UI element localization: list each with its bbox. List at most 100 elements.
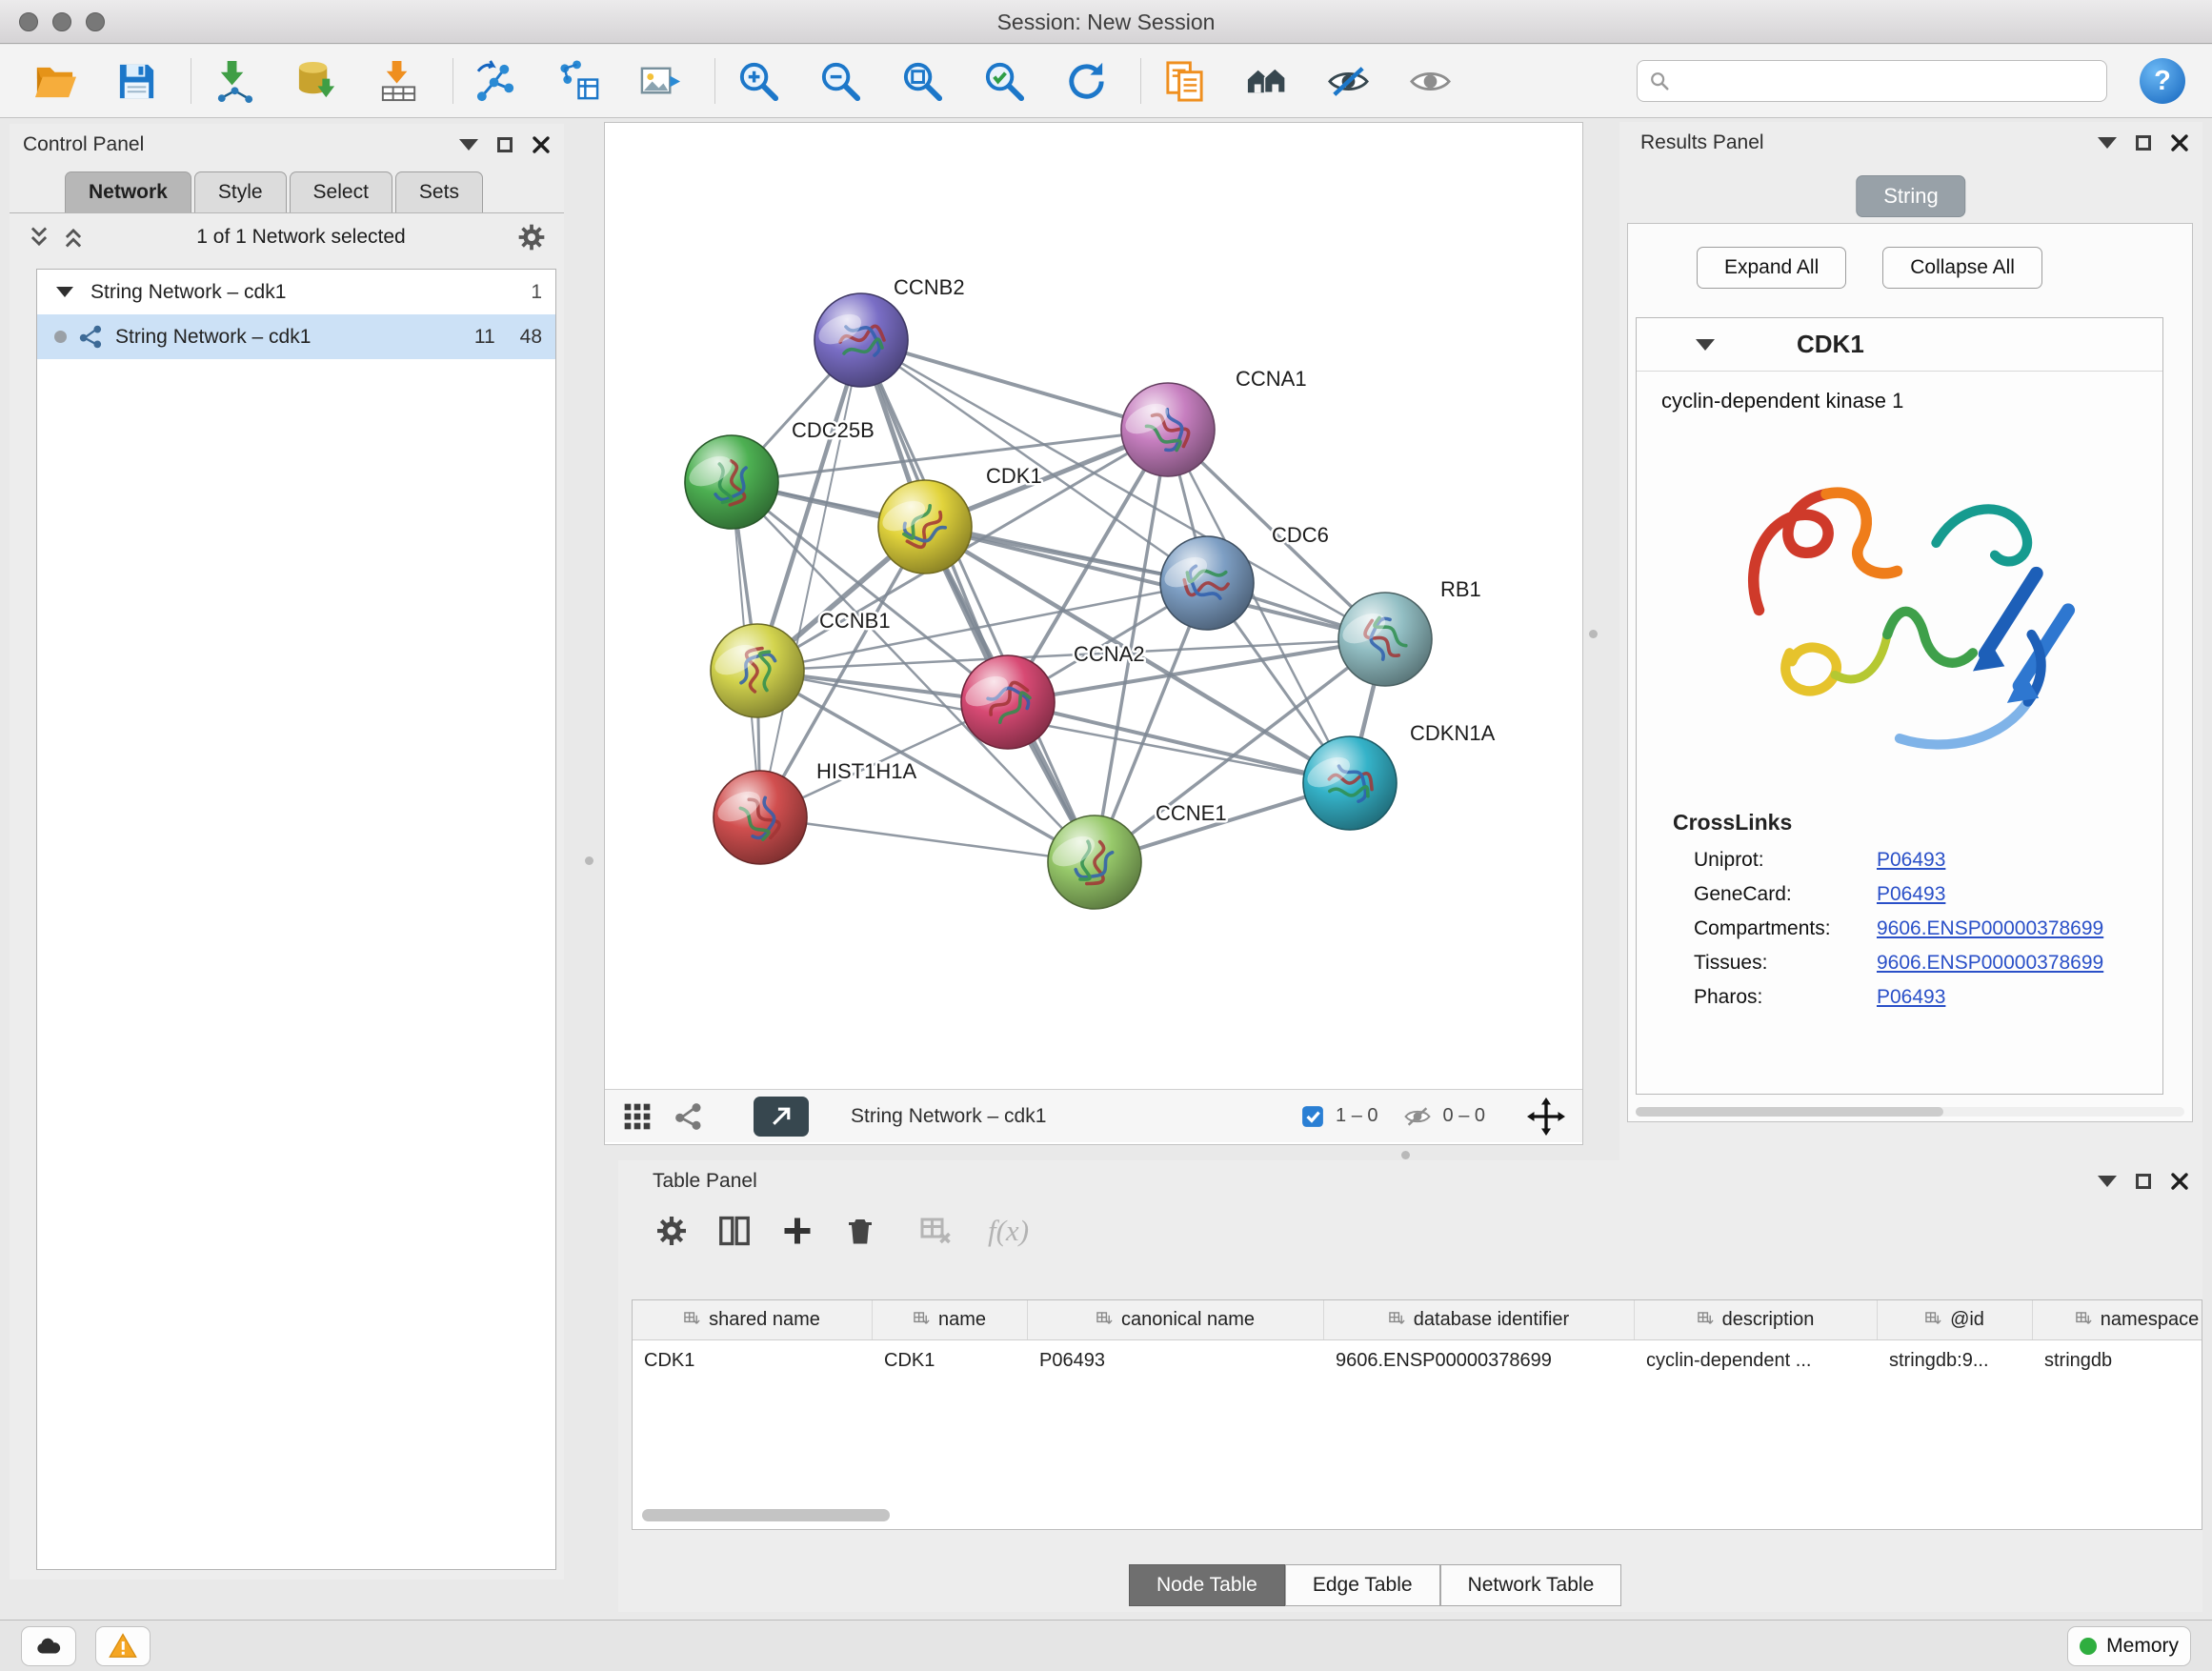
splitter-handle[interactable] — [585, 856, 593, 865]
column-header-name[interactable]: name — [873, 1300, 1028, 1339]
column-header--id[interactable]: @id — [1878, 1300, 2033, 1339]
gene-header[interactable]: CDK1 — [1637, 318, 2162, 372]
node-CDKN1A[interactable] — [1302, 736, 1397, 830]
expand-all-icon[interactable] — [61, 225, 86, 250]
node-CCNB2[interactable] — [814, 293, 908, 387]
pan-move-icon[interactable] — [1527, 1097, 1565, 1136]
splitter-handle[interactable] — [1401, 1151, 1410, 1159]
node-CDC6[interactable] — [1159, 536, 1254, 630]
new-network-button[interactable] — [467, 51, 526, 111]
hidden-eye-icon[interactable] — [1403, 1102, 1432, 1131]
panel-collapse-icon[interactable] — [459, 139, 478, 151]
crosslink-link[interactable]: P06493 — [1877, 849, 1945, 872]
collapse-all-button[interactable]: Collapse All — [1882, 247, 2042, 289]
gear-icon[interactable] — [516, 222, 547, 252]
sort-column-icon — [2076, 1312, 2092, 1328]
node-CCNA1[interactable] — [1120, 383, 1215, 476]
grid-view-icon[interactable] — [622, 1101, 653, 1132]
table-horizontal-scrollbar[interactable] — [642, 1509, 890, 1521]
node-RB1[interactable] — [1337, 593, 1432, 686]
network-item-row[interactable]: String Network – cdk1 11 48 — [37, 314, 555, 359]
crosslink-link[interactable]: P06493 — [1877, 883, 1945, 906]
import-network-database-button[interactable] — [287, 51, 346, 111]
panel-collapse-icon[interactable] — [2098, 137, 2117, 149]
network-from-table-button[interactable] — [549, 51, 608, 111]
import-table-button[interactable] — [369, 51, 428, 111]
column-header-description[interactable]: description — [1635, 1300, 1878, 1339]
add-column-icon[interactable] — [780, 1214, 814, 1248]
import-network-file-button[interactable] — [205, 51, 264, 111]
zoom-selected-button[interactable] — [975, 51, 1034, 111]
node-CCNA2[interactable] — [960, 655, 1055, 749]
splitter-handle[interactable] — [1589, 630, 1598, 638]
crosslink-link[interactable]: P06493 — [1877, 986, 1945, 1009]
panel-float-icon[interactable] — [2136, 135, 2151, 151]
control-panel: Control Panel NetworkStyleSelectSets 1 o… — [10, 124, 564, 1580]
panel-close-icon[interactable] — [532, 135, 551, 154]
results-scrollbar[interactable] — [1636, 1107, 2184, 1117]
section-collapse-icon[interactable] — [1696, 339, 1715, 351]
column-header-namespace[interactable]: namespace — [2033, 1300, 2202, 1339]
memory-button[interactable]: Memory — [2067, 1626, 2191, 1666]
window-title: Session: New Session — [0, 0, 2212, 44]
edge-CCNB2-CCNE1[interactable] — [861, 340, 1095, 862]
network-collection-row[interactable]: String Network – cdk1 1 — [37, 270, 555, 314]
zoom-in-button[interactable] — [729, 51, 788, 111]
annotation-button[interactable] — [1155, 51, 1214, 111]
column-header-database-identifier[interactable]: database identifier — [1324, 1300, 1635, 1339]
column-header-canonical-name[interactable]: canonical name — [1028, 1300, 1324, 1339]
column-header-shared-name[interactable]: shared name — [633, 1300, 873, 1339]
export-image-button[interactable] — [631, 51, 690, 111]
show-all-button[interactable] — [1400, 51, 1459, 111]
delete-column-icon[interactable] — [843, 1214, 877, 1248]
open-session-button[interactable] — [25, 51, 84, 111]
edge-CCNB2-CCNA1[interactable] — [861, 340, 1168, 430]
cloud-status-button[interactable] — [21, 1626, 76, 1666]
panel-float-icon[interactable] — [2136, 1174, 2151, 1189]
zoom-fit-button[interactable] — [893, 51, 952, 111]
panel-close-icon[interactable] — [2170, 1172, 2189, 1191]
table-settings-gear-icon[interactable] — [654, 1214, 689, 1248]
tab-string[interactable]: String — [1856, 175, 1965, 217]
tab-network-table[interactable]: Network Table — [1440, 1564, 1622, 1606]
node-CCNB1[interactable] — [710, 624, 804, 717]
crosslink-link[interactable]: 9606.ENSP00000378699 — [1877, 917, 2103, 940]
table-row[interactable]: CDK1CDK1P064939606.ENSP00000378699cyclin… — [633, 1340, 2202, 1380]
refresh-button[interactable] — [1056, 51, 1116, 111]
zoom-out-button[interactable] — [811, 51, 870, 111]
network-thumbnail-icon[interactable] — [674, 1101, 704, 1132]
tab-select[interactable]: Select — [290, 171, 392, 212]
collapse-all-icon[interactable] — [27, 225, 51, 250]
tab-network[interactable]: Network — [65, 171, 191, 212]
edge-CCNA2-CDKN1A[interactable] — [1008, 702, 1350, 783]
table-cell: 9606.ENSP00000378699 — [1324, 1350, 1635, 1372]
tree-expand-icon[interactable] — [56, 287, 73, 297]
crosslink-link[interactable]: 9606.ENSP00000378699 — [1877, 952, 2103, 975]
search-input[interactable] — [1678, 70, 2095, 92]
tab-node-table[interactable]: Node Table — [1129, 1564, 1285, 1606]
network-canvas[interactable]: CCNB2CCNA1CDC25BCDK1CDC6RB1CCNB1CCNA2CDK… — [605, 123, 1582, 1089]
node-CCNE1[interactable] — [1047, 815, 1141, 909]
save-session-button[interactable] — [107, 51, 166, 111]
table-cell: stringdb — [2033, 1350, 2202, 1372]
selected-checkbox-icon[interactable] — [1301, 1105, 1324, 1128]
node-HIST1H1A[interactable] — [713, 771, 807, 864]
edge-CCNB2-HIST1H1A[interactable] — [760, 340, 861, 817]
node-CDK1[interactable] — [877, 480, 972, 574]
node-CDC25B[interactable] — [684, 435, 778, 529]
panel-collapse-icon[interactable] — [2098, 1176, 2117, 1187]
first-neighbors-button[interactable] — [1237, 51, 1296, 111]
tab-style[interactable]: Style — [194, 171, 287, 212]
tab-edge-table[interactable]: Edge Table — [1285, 1564, 1440, 1606]
edge-HIST1H1A-CCNE1[interactable] — [760, 817, 1095, 862]
show-columns-icon[interactable] — [717, 1214, 752, 1248]
help-button[interactable]: ? — [2140, 58, 2185, 104]
hide-selected-button[interactable] — [1318, 51, 1377, 111]
warnings-button[interactable] — [95, 1626, 151, 1666]
panel-float-icon[interactable] — [497, 137, 513, 152]
main-toolbar: ? — [0, 45, 2212, 118]
expand-all-button[interactable]: Expand All — [1697, 247, 1846, 289]
panel-close-icon[interactable] — [2170, 133, 2189, 152]
tab-sets[interactable]: Sets — [395, 171, 483, 212]
detach-view-button[interactable] — [754, 1097, 809, 1137]
